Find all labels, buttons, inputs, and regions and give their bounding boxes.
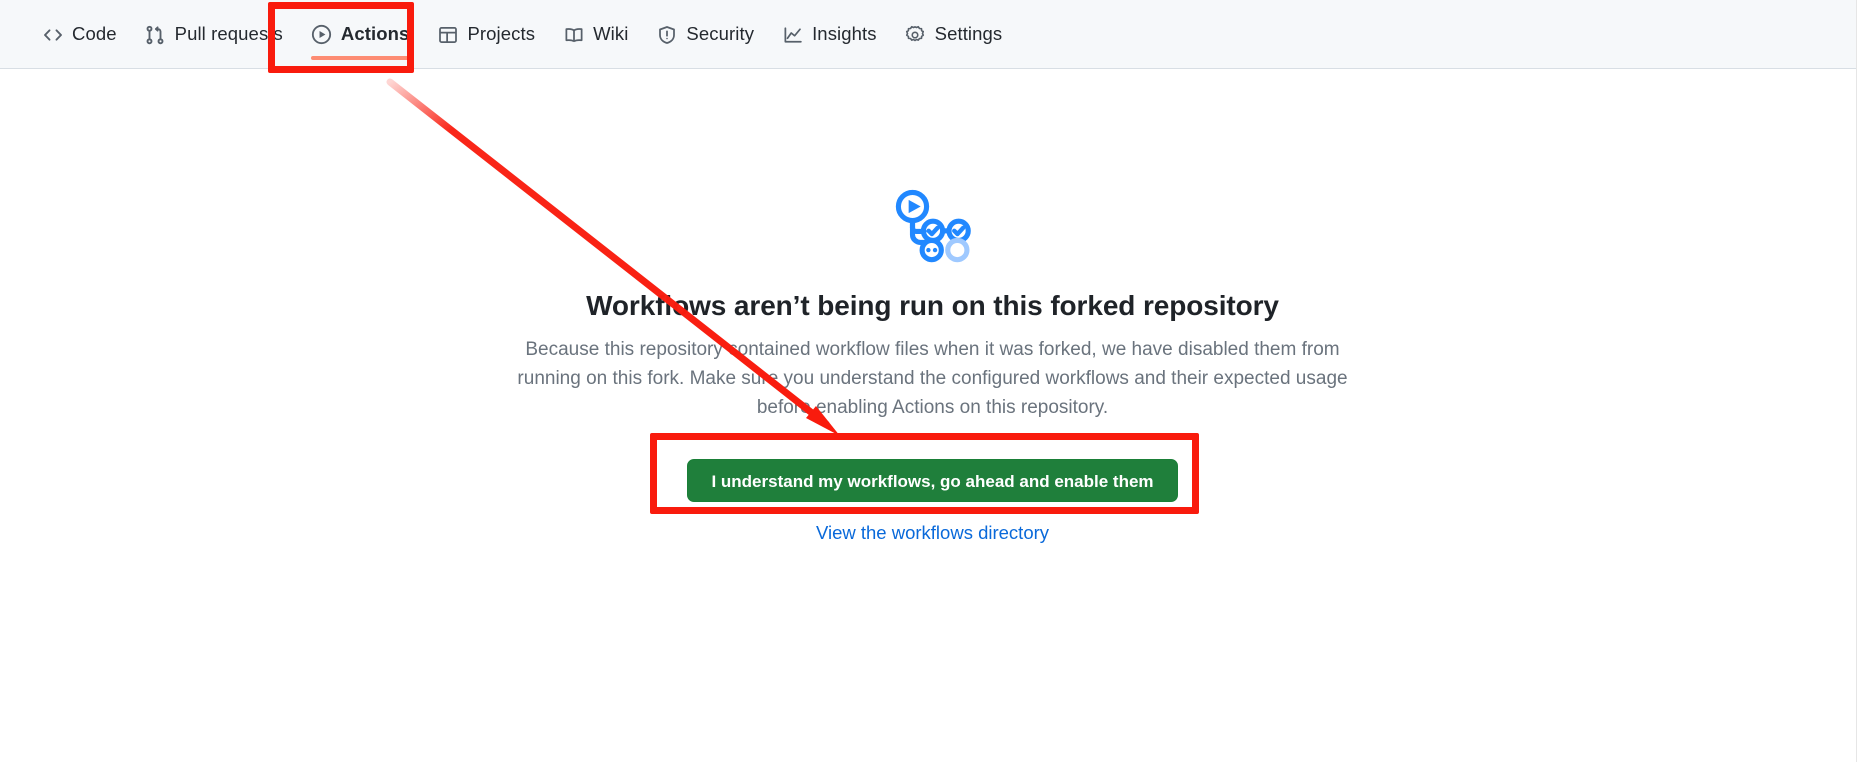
book-icon [563,24,584,45]
actions-blankslate: Workflows aren’t being run on this forke… [0,186,1865,544]
nav-selected-underline [310,56,410,60]
shield-icon [656,24,677,45]
page-title: Workflows aren’t being run on this forke… [586,290,1279,321]
github-actions-logo [895,189,971,263]
nav-item-insights[interactable]: Insights [768,0,891,52]
nav-item-label: Settings [934,23,1003,45]
nav-item-pull-requests[interactable]: Pull requests [131,0,297,52]
nav-item-label: Code [72,23,117,45]
nav-item-label: Projects [467,23,536,45]
nav-item-label: Wiki [593,23,629,45]
nav-item-security[interactable]: Security [642,0,768,52]
page-right-edge [1856,0,1865,765]
git-pull-request-icon [145,24,166,45]
play-circle-icon [311,24,332,45]
view-workflows-directory-link[interactable]: View the workflows directory [0,522,1865,544]
gear-icon [905,24,926,45]
graph-icon [782,24,803,45]
blankslate-description: Because this repository contained workfl… [517,339,1348,418]
code-icon [42,24,63,45]
table-icon [437,24,458,45]
repository-nav-bar: Code Pull requests Actions Projects Wiki… [0,0,1865,69]
nav-item-label: Insights [812,23,877,45]
nav-item-label: Pull requests [174,23,283,45]
nav-item-settings[interactable]: Settings [891,0,1017,52]
repository-nav-list: Code Pull requests Actions Projects Wiki… [28,0,1016,68]
nav-item-actions[interactable]: Actions [297,0,424,60]
nav-item-label: Security [686,23,755,45]
nav-item-wiki[interactable]: Wiki [549,0,642,52]
main-content: Workflows aren’t being run on this forke… [0,69,1865,765]
nav-item-projects[interactable]: Projects [423,0,549,52]
nav-item-label: Actions [340,23,410,45]
nav-item-code[interactable]: Code [28,0,131,52]
enable-workflows-button[interactable]: I understand my workflows, go ahead and … [687,458,1178,502]
